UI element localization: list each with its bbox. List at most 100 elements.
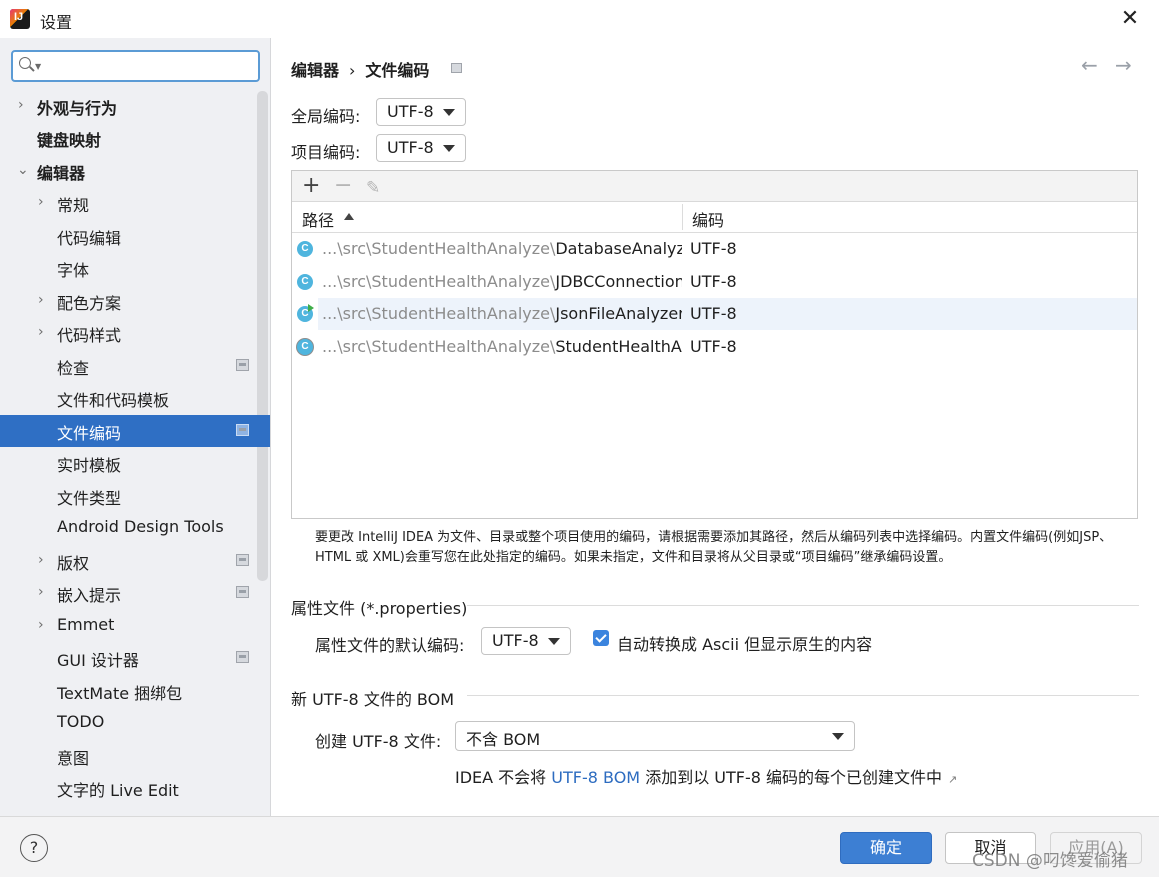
chevron-right-icon[interactable]: › — [38, 194, 44, 210]
sidebar-item-label: 文件和代码模板 — [57, 391, 170, 410]
encoding-cell[interactable]: UTF-8 — [682, 233, 1137, 265]
chevron-right-icon[interactable]: › — [18, 97, 24, 113]
settings-sidebar: ▼ › 外观与行为 键盘映射 ⌄ 编辑器 › 常规 代码编辑 字体 › 配色方案 — [0, 38, 271, 816]
sort-ascending-icon[interactable] — [344, 213, 354, 220]
sidebar-item-label: 字体 — [57, 261, 90, 280]
table-row[interactable]: C ...\src\StudentHealthAnalyze\StudentHe… — [292, 331, 1137, 363]
properties-encoding-value: UTF-8 — [492, 631, 539, 650]
forward-arrow-icon[interactable]: → — [1115, 53, 1132, 77]
dropdown-arrow-icon — [548, 638, 560, 645]
sidebar-item-color-scheme[interactable]: › 配色方案 — [0, 285, 270, 317]
encoding-cell[interactable]: UTF-8 — [682, 266, 1137, 298]
sidebar-item-file-encodings[interactable]: 文件编码 — [0, 415, 270, 447]
encoding-value: UTF-8 — [690, 239, 737, 258]
column-header-path[interactable]: 路径 — [302, 207, 334, 231]
path-prefix: ...\src\StudentHealthAnalyze\ — [322, 239, 556, 258]
sidebar-item-general[interactable]: › 常规 — [0, 187, 270, 219]
sidebar-item-label: 文件类型 — [57, 489, 122, 508]
sidebar-item-inlay-hints[interactable]: › 嵌入提示 — [0, 577, 270, 609]
help-icon[interactable]: ? — [20, 834, 48, 862]
add-icon[interactable]: + — [302, 174, 320, 198]
global-encoding-select[interactable]: UTF-8 — [376, 98, 466, 126]
sidebar-item-label: Android Design Tools — [57, 517, 224, 536]
bom-select-value: 不含 BOM — [466, 730, 541, 749]
breadcrumb-current: 文件编码 — [365, 61, 430, 80]
sidebar-item-file-types[interactable]: 文件类型 — [0, 480, 270, 512]
encoding-cell[interactable]: UTF-8 — [682, 298, 1137, 330]
remove-icon[interactable]: − — [334, 174, 352, 198]
chevron-right-icon[interactable]: › — [38, 584, 44, 600]
properties-encoding-select[interactable]: UTF-8 — [481, 627, 571, 655]
sidebar-item-textmate-bundles[interactable]: TextMate 捆绑包 — [0, 675, 270, 707]
sidebar-item-keymap[interactable]: 键盘映射 — [0, 122, 270, 154]
global-encoding-label: 全局编码: — [291, 107, 361, 126]
search-options-icon[interactable]: ▼ — [35, 62, 41, 71]
search-field[interactable]: ▼ — [11, 50, 260, 82]
path-cell[interactable]: ...\src\StudentHealthAnalyze\JDBCConnect… — [318, 266, 682, 298]
sidebar-item-label: 意图 — [57, 749, 90, 768]
close-icon[interactable]: ✕ — [1118, 7, 1142, 31]
encoding-value: UTF-8 — [690, 304, 737, 323]
chevron-right-icon[interactable]: › — [38, 324, 44, 340]
checkbox-label[interactable]: 自动转换成 Ascii 但显示原生的内容 — [617, 631, 872, 655]
sidebar-item-inspections[interactable]: 检查 — [0, 350, 270, 382]
chevron-right-icon[interactable]: › — [38, 617, 44, 633]
edit-icon[interactable]: ✎ — [366, 176, 380, 200]
sidebar-item-android-design-tools[interactable]: Android Design Tools — [0, 512, 270, 544]
ok-button[interactable]: 确定 — [840, 832, 932, 864]
column-divider[interactable] — [682, 204, 683, 230]
path-prefix: ...\src\StudentHealthAnalyze\ — [322, 304, 556, 323]
chevron-down-icon[interactable]: ⌄ — [17, 162, 29, 178]
java-runnable-class-icon: C — [297, 304, 314, 322]
sidebar-item-label: 文字的 Live Edit — [57, 781, 179, 800]
sidebar-item-intentions[interactable]: 意图 — [0, 740, 270, 772]
sidebar-item-live-templates[interactable]: 实时模板 — [0, 447, 270, 479]
path-cell[interactable]: ...\src\StudentHealthAnalyze\JsonFileAna… — [318, 298, 682, 330]
sidebar-item-label: TODO — [57, 712, 105, 731]
back-arrow-icon[interactable]: ← — [1081, 53, 1098, 77]
sidebar-item-gui-designer[interactable]: GUI 设计器 — [0, 642, 270, 674]
project-encoding-select[interactable]: UTF-8 — [376, 134, 466, 162]
sidebar-item-label: 外观与行为 — [37, 99, 118, 118]
path-cell[interactable]: ...\src\StudentHealthAnalyze\DatabaseAna… — [318, 233, 682, 265]
project-scope-icon — [236, 586, 249, 598]
sidebar-item-copyright[interactable]: › 版权 — [0, 545, 270, 577]
sidebar-item-label: Emmet — [57, 615, 115, 634]
sidebar-item-label: TextMate 捆绑包 — [57, 684, 183, 703]
section-divider — [467, 695, 1139, 696]
file-name: StudentHealthAna — [555, 337, 682, 356]
sidebar-item-font[interactable]: 字体 — [0, 252, 270, 284]
sidebar-item-file-templates[interactable]: 文件和代码模板 — [0, 382, 270, 414]
table-row[interactable]: C ...\src\StudentHealthAnalyze\JDBCConne… — [292, 266, 1137, 298]
sidebar-item-code-editing[interactable]: 代码编辑 — [0, 220, 270, 252]
encoding-help-text: 要更改 IntelliJ IDEA 为文件、目录或整个项目使用的编码，请根据需要… — [315, 528, 1135, 568]
sidebar-item-label: 嵌入提示 — [57, 586, 122, 605]
sidebar-item-live-edit[interactable]: 文字的 Live Edit — [0, 772, 270, 804]
sidebar-item-label: 代码样式 — [57, 326, 122, 345]
column-header-encoding[interactable]: 编码 — [692, 207, 724, 231]
path-cell[interactable]: ...\src\StudentHealthAnalyze\StudentHeal… — [318, 331, 682, 363]
sidebar-item-code-style[interactable]: › 代码样式 — [0, 317, 270, 349]
sidebar-item-todo[interactable]: TODO — [0, 707, 270, 739]
chevron-right-icon[interactable]: › — [38, 552, 44, 568]
project-scope-icon — [236, 651, 249, 663]
sidebar-item-emmet[interactable]: › Emmet — [0, 610, 270, 642]
transparent-native-to-ascii-checkbox[interactable] — [593, 630, 609, 646]
sidebar-item-appearance[interactable]: › 外观与行为 — [0, 90, 270, 122]
chevron-right-icon[interactable]: › — [38, 292, 44, 308]
file-name: JDBCConnection.ja — [555, 272, 682, 291]
table-row[interactable]: C ...\src\StudentHealthAnalyze\JsonFileA… — [292, 298, 1137, 330]
sidebar-item-editor[interactable]: ⌄ 编辑器 — [0, 155, 270, 187]
breadcrumb-separator: › — [349, 61, 356, 80]
search-input[interactable] — [49, 55, 253, 77]
breadcrumb-parent[interactable]: 编辑器 — [291, 61, 339, 80]
global-encoding-value: UTF-8 — [387, 102, 434, 121]
table-row[interactable]: C ...\src\StudentHealthAnalyze\DatabaseA… — [292, 233, 1137, 265]
path-prefix: ...\src\StudentHealthAnalyze\ — [322, 272, 556, 291]
sidebar-item-label: 常规 — [57, 196, 90, 215]
encoding-cell[interactable]: UTF-8 — [682, 331, 1137, 363]
external-link-icon[interactable]: ↗ — [948, 773, 957, 786]
utf8-bom-link[interactable]: UTF-8 BOM — [551, 768, 640, 787]
bom-select[interactable]: 不含 BOM — [455, 721, 855, 751]
dropdown-arrow-icon — [443, 145, 455, 152]
